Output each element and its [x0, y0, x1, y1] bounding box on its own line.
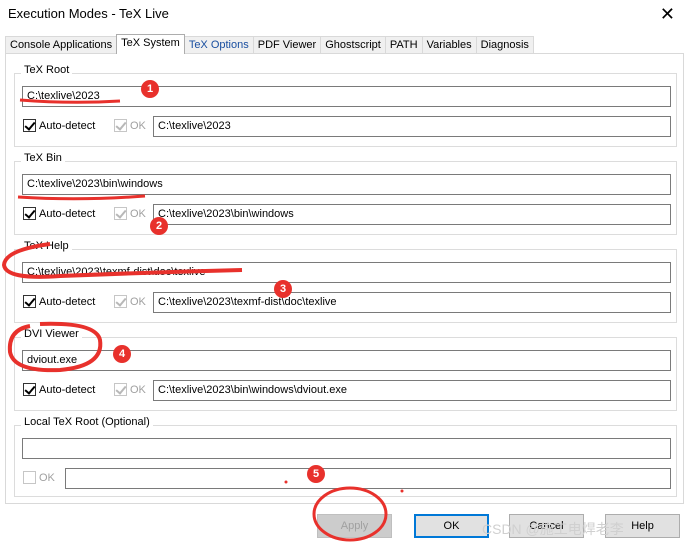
tab-bar: Console Applications TeX System TeX Opti… — [5, 34, 534, 54]
dvi-viewer-autodetect-checkbox[interactable]: Auto-detect — [23, 383, 95, 396]
apply-button[interactable]: Apply — [317, 514, 392, 538]
tab-tex-system[interactable]: TeX System — [116, 34, 185, 54]
tex-root-input[interactable]: C:\texlive\2023 — [22, 86, 671, 107]
checkbox-checked-icon — [23, 119, 36, 132]
tex-root-detected-field: C:\texlive\2023 — [153, 116, 671, 137]
checkbox-label: OK — [39, 471, 55, 484]
tab-panel-tex-system: TeX Root C:\texlive\2023 Auto-detect OK … — [5, 53, 684, 504]
dvi-viewer-detected-field: C:\texlive\2023\bin\windows\dviout.exe — [153, 380, 671, 401]
tab-ghostscript[interactable]: Ghostscript — [320, 36, 386, 54]
checkbox-checked-icon — [114, 119, 127, 132]
checkbox-checked-icon — [23, 207, 36, 220]
checkbox-label: Auto-detect — [39, 207, 96, 220]
annotation-badge: 1 — [141, 80, 159, 98]
checkbox-label: OK — [130, 207, 146, 220]
group-label: TeX Bin — [21, 152, 65, 164]
group-label: TeX Help — [21, 240, 72, 252]
group-label: TeX Root — [21, 64, 73, 76]
tex-bin-input[interactable]: C:\texlive\2023\bin\windows — [22, 174, 671, 195]
tex-bin-ok-checkbox: OK — [114, 207, 146, 220]
window-titlebar: Execution Modes - TeX Live ✕ — [0, 0, 689, 30]
group-dvi-viewer: DVI Viewer dviout.exe Auto-detect OK C:\… — [14, 328, 677, 411]
checkbox-label: Auto-detect — [39, 119, 96, 132]
tex-help-input[interactable]: C:\texlive\2023\texmf-dist\doc\texlive — [22, 262, 671, 283]
checkbox-label: Auto-detect — [39, 295, 96, 308]
group-local-tex-root: Local TeX Root (Optional) OK — [14, 416, 677, 497]
tex-root-ok-checkbox: OK — [114, 119, 146, 132]
group-label: Local TeX Root (Optional) — [21, 416, 153, 428]
annotation-badge: 2 — [150, 217, 168, 235]
dvi-viewer-ok-checkbox: OK — [114, 383, 146, 396]
checkbox-checked-icon — [23, 383, 36, 396]
group-tex-help: TeX Help C:\texlive\2023\texmf-dist\doc\… — [14, 240, 677, 323]
annotation-badge: 3 — [274, 280, 292, 298]
tab-pdf-viewer[interactable]: PDF Viewer — [252, 36, 322, 54]
local-tex-root-ok-checkbox: OK — [23, 471, 55, 484]
tex-bin-detected-field: C:\texlive\2023\bin\windows — [153, 204, 671, 225]
checkbox-label: OK — [130, 383, 146, 396]
ok-button[interactable]: OK — [414, 514, 489, 538]
tex-root-autodetect-checkbox[interactable]: Auto-detect — [23, 119, 95, 132]
checkbox-label: Auto-detect — [39, 383, 96, 396]
checkbox-checked-icon — [23, 295, 36, 308]
tab-path[interactable]: PATH — [384, 36, 423, 54]
local-tex-root-input[interactable] — [22, 438, 671, 459]
checkbox-label: OK — [130, 119, 146, 132]
checkbox-checked-icon — [114, 383, 127, 396]
checkbox-checked-icon — [114, 207, 127, 220]
group-tex-root: TeX Root C:\texlive\2023 Auto-detect OK … — [14, 64, 677, 147]
checkbox-checked-icon — [114, 295, 127, 308]
tab-tex-options[interactable]: TeX Options — [183, 36, 254, 54]
tex-bin-autodetect-checkbox[interactable]: Auto-detect — [23, 207, 95, 220]
checkbox-unchecked-icon — [23, 471, 36, 484]
checkbox-label: OK — [130, 295, 146, 308]
tex-help-ok-checkbox: OK — [114, 295, 146, 308]
annotation-badge: 4 — [113, 345, 131, 363]
window-title: Execution Modes - TeX Live — [8, 6, 169, 21]
annotation-badge: 5 — [307, 465, 325, 483]
local-tex-root-detected-field — [65, 468, 671, 489]
group-tex-bin: TeX Bin C:\texlive\2023\bin\windows Auto… — [14, 152, 677, 235]
tab-diagnosis[interactable]: Diagnosis — [475, 36, 534, 54]
tex-help-detected-field: C:\texlive\2023\texmf-dist\doc\texlive — [153, 292, 671, 313]
watermark-text: CSDN @施工电焊老李 — [482, 521, 624, 537]
close-icon[interactable]: ✕ — [660, 2, 675, 26]
tab-console-applications[interactable]: Console Applications — [5, 36, 118, 54]
tab-variables[interactable]: Variables — [421, 36, 477, 54]
group-label: DVI Viewer — [21, 328, 82, 340]
tex-help-autodetect-checkbox[interactable]: Auto-detect — [23, 295, 95, 308]
